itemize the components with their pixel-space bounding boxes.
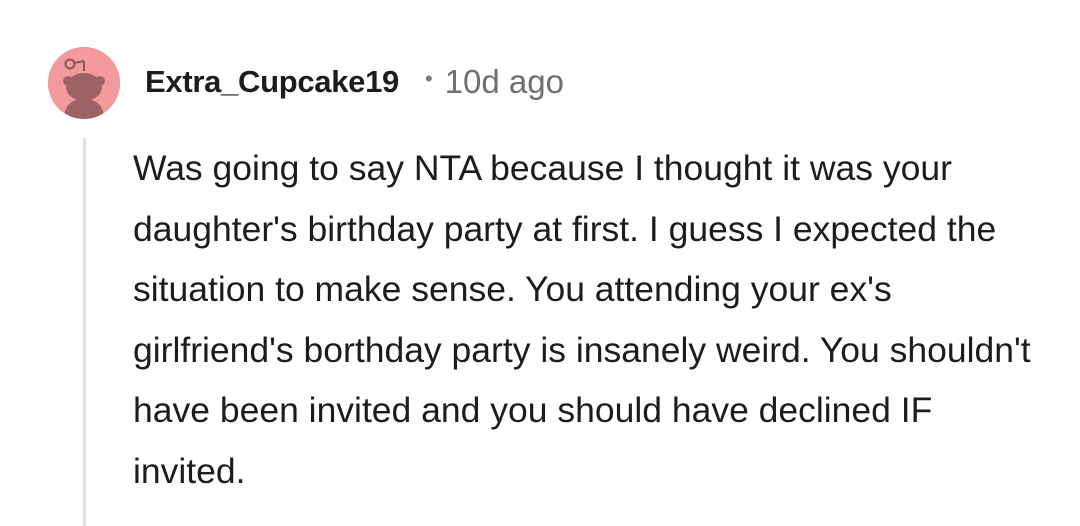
comment-meta: Extra_Cupcake19 • 10d ago: [145, 62, 564, 102]
user-avatar[interactable]: [48, 47, 120, 119]
thread-line[interactable]: [83, 138, 86, 526]
comment-body: Was going to say NTA because I thought i…: [133, 148, 1031, 491]
comment: Extra_Cupcake19 • 10d ago Was going to s…: [0, 0, 1080, 526]
timestamp: 10d ago: [444, 63, 564, 100]
reddit-snoo-avatar-icon: [48, 47, 120, 119]
separator-dot: •: [425, 66, 433, 91]
username-link[interactable]: Extra_Cupcake19: [145, 64, 399, 100]
